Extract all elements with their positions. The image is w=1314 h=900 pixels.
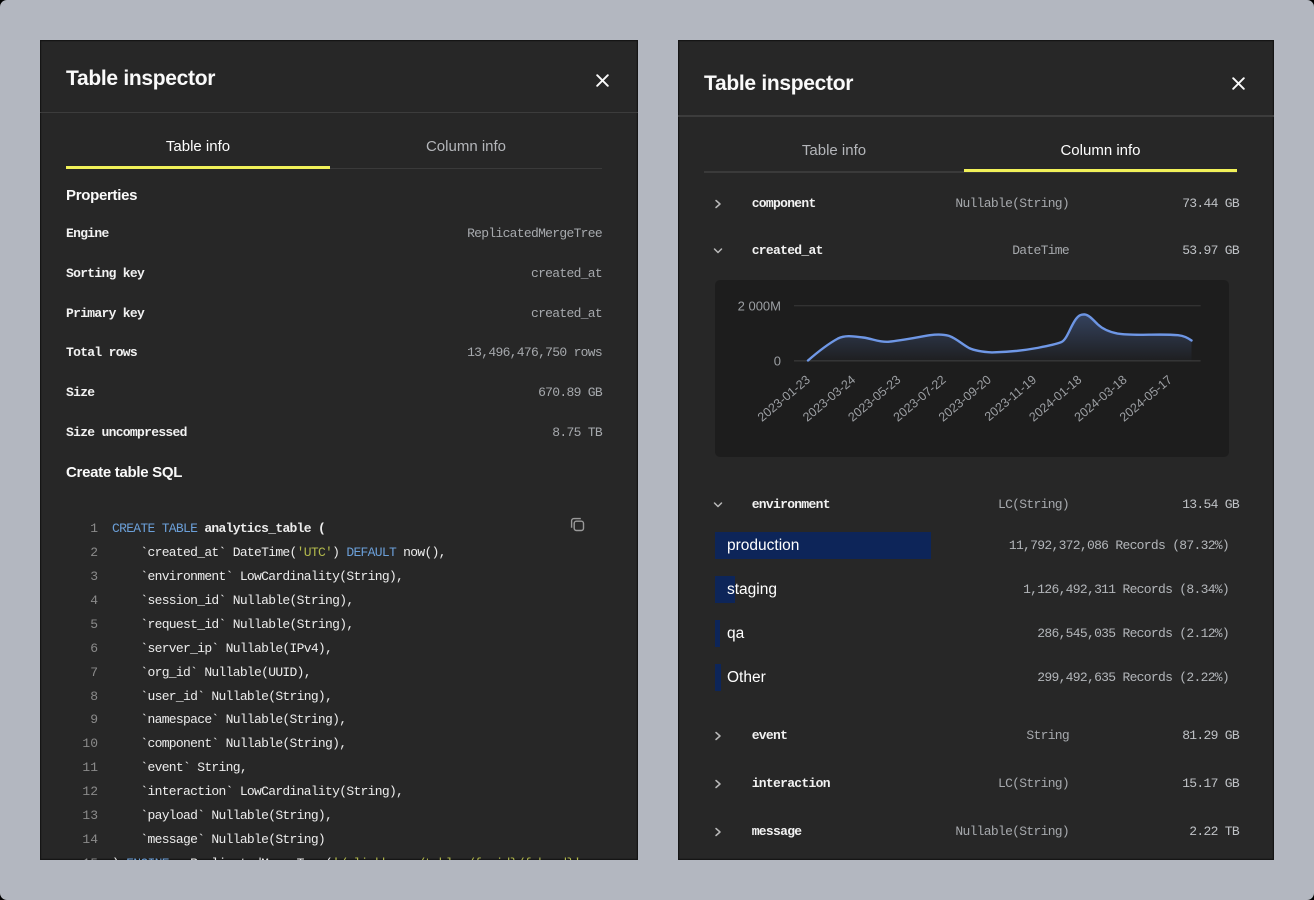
svg-text:2 000M: 2 000M [738, 299, 781, 314]
svg-text:0: 0 [774, 354, 781, 369]
